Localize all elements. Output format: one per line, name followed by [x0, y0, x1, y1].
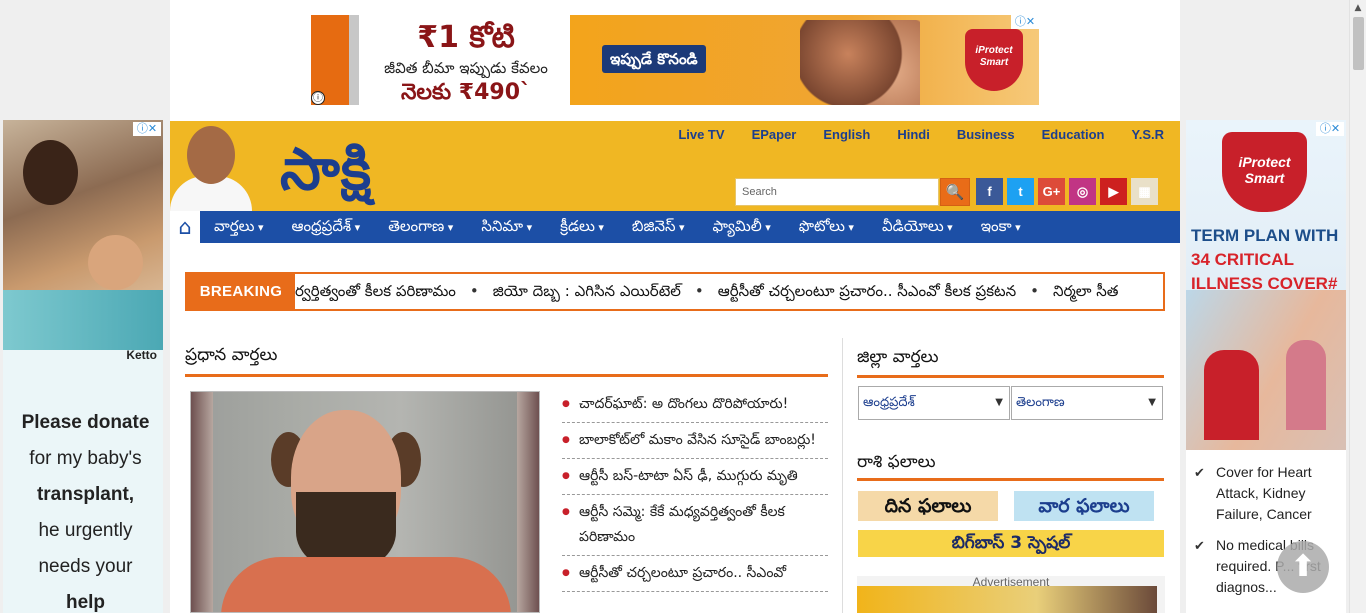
- main-news-heading: ప్రధాన వార్తలు: [185, 343, 828, 377]
- breaking-label: BREAKING: [187, 274, 295, 309]
- nav-item[interactable]: వార్తలు: [200, 210, 277, 244]
- advertisement-label: Advertisement: [972, 575, 1050, 589]
- ad-photo: [800, 20, 920, 105]
- district-select-ts[interactable]: తెలంగాణ ▼: [1011, 386, 1163, 420]
- ticker-item[interactable]: ర్వర్తిత్వంతో కీలక పరిణామం: [295, 282, 456, 300]
- nav-item[interactable]: క్రీడలు: [546, 210, 618, 244]
- facebook-icon[interactable]: f: [976, 178, 1003, 205]
- search-input[interactable]: Search: [735, 178, 939, 206]
- nav-item[interactable]: వీడియోలు: [868, 210, 967, 244]
- top-link[interactable]: EPaper: [752, 127, 797, 143]
- nav-item[interactable]: బిజినెస్: [618, 210, 699, 244]
- advertisement-box[interactable]: Advertisement: [857, 576, 1165, 613]
- news-item[interactable]: ఆర్టీసీతో చర్చలంటూ ప్రచారం.. సీఎంవో: [562, 556, 828, 592]
- horoscope-heading: రాశి ఫలాలు: [857, 450, 1164, 481]
- nav-item[interactable]: తెలంగాణ: [374, 210, 467, 244]
- ticker-separator: •: [1030, 282, 1039, 300]
- social-icons: f t G+ ◎ ▶ ▦: [972, 178, 1158, 205]
- district-select-ap[interactable]: ఆంధ్రప్రదేశ్ ▼: [858, 386, 1010, 420]
- ad-text: ₹1 కోటి జీవిత బీమా ఇప్పుడు కేవలం నెలకు ₹…: [384, 20, 548, 105]
- scroll-to-top-icon[interactable]: ⬆: [1277, 541, 1329, 593]
- ad-photo: [3, 120, 163, 350]
- donate-text: Please donate for my baby's transplant, …: [21, 412, 150, 613]
- scrollbar-thumb[interactable]: [1353, 17, 1364, 70]
- news-item[interactable]: ఆర్టీసీ బస్‌-టాటా ఏస్‌ ఢీ, ముగ్గురు మృతి: [562, 459, 828, 495]
- weekly-horoscope-link[interactable]: వార ఫలాలు: [1014, 491, 1154, 521]
- ticker-item[interactable]: జియో దెబ్బ : ఎగిసిన ఎయిర్‌టెల్: [493, 282, 681, 300]
- top-links: Live TV EPaper English Hindi Business Educati…: [651, 127, 1164, 143]
- google-plus-icon[interactable]: G+: [1038, 178, 1065, 205]
- chevron-down-icon: ▼: [1148, 397, 1156, 408]
- site-header: సాక్షి Live TV EPaper English Hindi Business…: [170, 121, 1180, 211]
- news-list: చాదర్‌ఘాట్‌: అ దొంగలు దొరిపోయారు!బాలాకోట…: [562, 387, 828, 592]
- ticker-item[interactable]: ఆర్టీసీతో చర్చలంటూ ప్రచారం.. సీఎంవో కీలక…: [718, 282, 1016, 300]
- lead-story-image[interactable]: [190, 391, 540, 613]
- chevron-down-icon: ▼: [995, 397, 1003, 408]
- ad-bullets: Cover for Heart Attack, Kidney Failure, …: [1194, 462, 1344, 608]
- ad-bullet: Cover for Heart Attack, Kidney Failure, …: [1194, 462, 1344, 525]
- search-icon[interactable]: 🔍: [940, 178, 970, 206]
- ticker-item[interactable]: నిర్మలా సీత: [1053, 282, 1118, 300]
- nav-item[interactable]: ఫొటోలు: [785, 210, 868, 244]
- calendar-icon[interactable]: ▦: [1131, 178, 1158, 205]
- top-link[interactable]: Live TV: [678, 127, 724, 143]
- district-news-heading: జిల్లా వార్తలు: [857, 345, 1164, 378]
- ad-info-icon[interactable]: ⓘ: [311, 91, 325, 105]
- nav-item[interactable]: ఆంధ్రప్రదేశ్: [277, 210, 374, 244]
- twitter-icon[interactable]: t: [1007, 178, 1034, 205]
- horoscope-links: దిన ఫలాలు వార ఫలాలు: [858, 491, 1164, 521]
- ad-image: [857, 586, 1157, 613]
- news-item[interactable]: ఆర్టీసీ సమ్మె: కేకే మధ్యవర్తిత్వంతో కీలక…: [562, 495, 828, 556]
- ad-top: iProtect Smart TERM PLAN WITH 34 CRITICA…: [1186, 120, 1346, 450]
- bigboss-special-link[interactable]: బిగ్‌బాస్‌ 3 స్పెషల్‌: [858, 530, 1164, 557]
- ad-close-icon[interactable]: ⓘ✕: [1011, 15, 1039, 29]
- header-portrait: [170, 126, 252, 211]
- ad-headline: TERM PLAN WITH 34 CRITICAL ILLNESS COVER…: [1191, 226, 1339, 293]
- news-item[interactable]: చాదర్‌ఘాట్‌: అ దొంగలు దొరిపోయారు!: [562, 387, 828, 423]
- instagram-icon[interactable]: ◎: [1069, 178, 1096, 205]
- ad-close-icon[interactable]: ⓘ✕: [1316, 122, 1344, 136]
- iprotect-logo: iProtect Smart: [965, 29, 1023, 91]
- nav-item[interactable]: ఫ్యామిలీ: [699, 210, 785, 244]
- ad-photo: [1186, 290, 1346, 450]
- news-item[interactable]: బాలాకోట్‌లో మకాం వేసిన సూసైడ్‌ బాంబర్లు!: [562, 423, 828, 459]
- nav-item[interactable]: ఇంకా: [967, 210, 1035, 244]
- page-scrollbar[interactable]: ▲: [1349, 0, 1366, 613]
- top-link[interactable]: Y.S.R: [1131, 127, 1164, 143]
- daily-horoscope-link[interactable]: దిన ఫలాలు: [858, 491, 998, 521]
- scroll-up-icon[interactable]: ▲: [1350, 0, 1366, 17]
- top-link[interactable]: English: [823, 127, 870, 143]
- buy-now-button[interactable]: ఇప్పుడే కొనండి: [602, 45, 706, 73]
- ticker-separator: •: [694, 282, 704, 300]
- site-logo[interactable]: సాక్షి: [280, 135, 372, 203]
- ticker-items: ర్వర్తిత్వంతో కీలక పరిణామం • జియో దెబ్బ : …: [295, 274, 1163, 309]
- top-link[interactable]: Education: [1042, 127, 1105, 143]
- right-side-ad[interactable]: iProtect Smart TERM PLAN WITH 34 CRITICA…: [1186, 120, 1346, 613]
- ad-close-icon[interactable]: ⓘ✕: [133, 122, 161, 136]
- ticker-separator: •: [469, 282, 479, 300]
- youtube-icon[interactable]: ▶: [1100, 178, 1127, 205]
- left-side-ad[interactable]: ⓘ✕ Ketto Please donate for my baby's tra…: [3, 120, 163, 613]
- top-link[interactable]: Hindi: [897, 127, 930, 143]
- home-icon[interactable]: ⌂: [170, 211, 200, 243]
- ad-visual: ఇప్పుడే కొనండి iProtect Smart: [570, 15, 1039, 105]
- ketto-logo: Ketto: [126, 348, 157, 362]
- column-divider: [842, 338, 843, 613]
- top-banner-ad[interactable]: ₹1 కోటి జీవిత బీమా ఇప్పుడు కేవలం నెలకు ₹…: [311, 15, 1039, 105]
- main-nav: ⌂ వార్తలుఆంధ్రప్రదేశ్తెలంగాణసినిమాక్రీడల…: [170, 211, 1180, 243]
- iprotect-logo: iProtect Smart: [1222, 132, 1307, 212]
- breaking-ticker: BREAKING ర్వర్తిత్వంతో కీలక పరిణామం • జియో…: [185, 272, 1165, 311]
- nav-item[interactable]: సినిమా: [467, 210, 546, 244]
- page: ⓘ✕ Ketto Please donate for my baby's tra…: [0, 0, 1366, 613]
- top-link[interactable]: Business: [957, 127, 1015, 143]
- main-container: ₹1 కోటి జీవిత బీమా ఇప్పుడు కేవలం నెలకు ₹…: [170, 0, 1180, 613]
